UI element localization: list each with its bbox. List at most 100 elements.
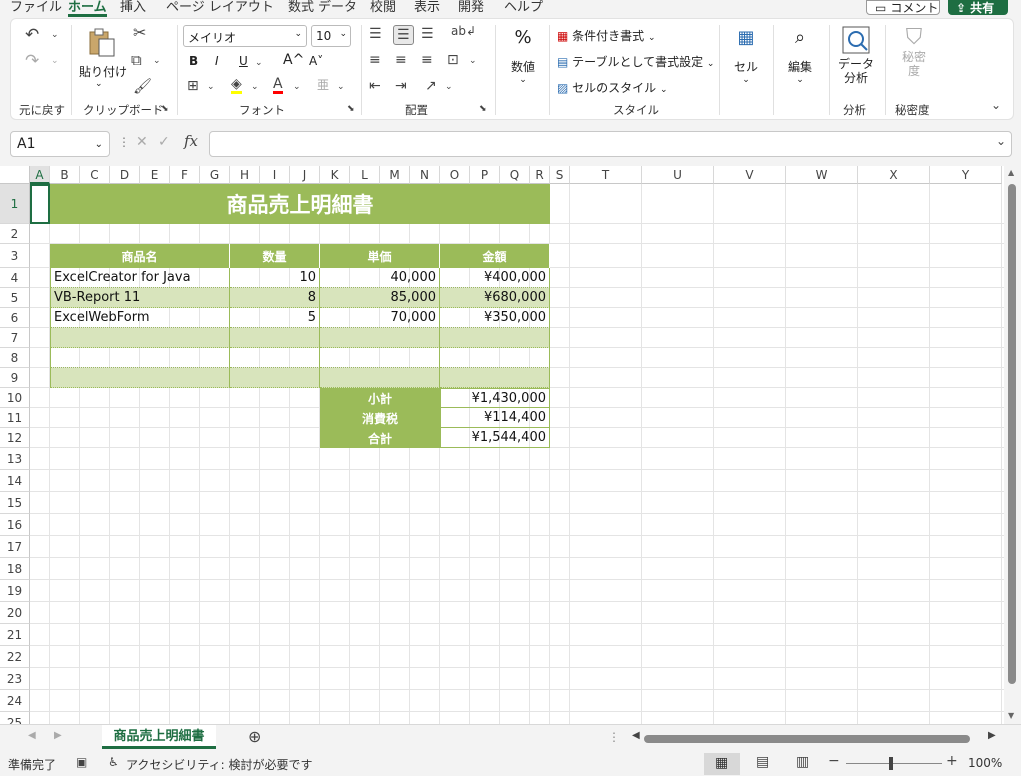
table-cell[interactable]: 85,000 [320,288,440,308]
row-header[interactable]: 21 [0,624,30,646]
column-header[interactable]: K [320,166,350,184]
horizontal-scrollbar[interactable] [644,735,970,743]
orientation-icon[interactable]: ↗ [425,79,437,93]
chevron-down-icon[interactable]: ⌄ [207,83,215,92]
align-center-icon[interactable]: ≡ [395,53,407,67]
vertical-scrollbar[interactable]: ▲ ▼ [1004,166,1021,724]
sheet-tab-active[interactable]: 商品売上明細書 [102,725,216,749]
tab-view[interactable]: 表示 [414,0,440,15]
dialog-launcher-icon[interactable]: ⬊ [161,105,169,114]
table-cell[interactable] [50,368,230,388]
table-cell[interactable] [440,368,550,388]
share-button[interactable]: ⇪ 共有 [948,0,1008,15]
table-cell[interactable] [440,328,550,348]
column-header[interactable]: J [290,166,320,184]
table-cell[interactable]: ¥350,000 [440,308,550,328]
conditional-format-button[interactable]: ▦ 条件付き書式 ⌄ [557,27,656,44]
table-cell[interactable]: ExcelWebForm [50,308,230,328]
tab-file[interactable]: ファイル [10,0,62,15]
tab-insert[interactable]: 挿入 [120,0,146,15]
row-header[interactable]: 13 [0,448,30,470]
table-cell[interactable] [320,328,440,348]
select-all-corner[interactable] [0,166,30,184]
scroll-up-icon[interactable]: ▲ [1008,168,1014,177]
copy-icon[interactable]: ⧉ [131,53,142,68]
row-header[interactable]: 4 [0,268,30,288]
shrink-font-button[interactable]: A˅ [309,55,323,67]
zoom-out-icon[interactable]: − [828,754,840,768]
column-header[interactable]: W [786,166,858,184]
row-header[interactable]: 24 [0,690,30,712]
table-header-cell[interactable]: 単価 [320,244,440,268]
zoom-level[interactable]: 100% [968,756,1002,770]
table-cell[interactable]: 10 [230,268,320,288]
row-header[interactable]: 19 [0,580,30,602]
total-value[interactable]: ¥1,430,000 [440,388,550,408]
column-header[interactable]: L [350,166,380,184]
sensitivity-button[interactable]: ⛉ 秘密度 [895,25,933,97]
row-header[interactable]: 23 [0,668,30,690]
column-header[interactable]: H [230,166,260,184]
table-cell[interactable] [50,328,230,348]
row-header[interactable]: 16 [0,514,30,536]
comment-button[interactable]: ▭ コメント [866,0,940,15]
column-header[interactable]: U [642,166,714,184]
chevron-down-icon[interactable]: ⌄ [469,57,477,66]
redo-icon[interactable]: ↷ [25,53,39,70]
chevron-down-icon[interactable]: ⌄ [337,83,345,92]
align-right-icon[interactable]: ≡ [421,53,433,67]
chevron-down-icon[interactable]: ⌄ [51,31,59,40]
table-cell[interactable] [320,348,440,368]
phonetic-icon[interactable]: 亜 [317,79,329,91]
name-box[interactable]: A1 ⌄ [10,131,110,157]
row-header[interactable]: 11 [0,408,30,428]
accessibility-status[interactable]: アクセシビリティ: 検討が必要です [126,756,313,773]
bold-button[interactable]: B [189,55,198,67]
zoom-slider-thumb[interactable] [889,757,893,770]
table-cell[interactable]: ExcelCreator for Java [50,268,230,288]
font-name-select[interactable]: メイリオ ⌄ [183,25,307,47]
table-cell[interactable] [50,348,230,368]
grow-font-button[interactable]: A^ [283,53,304,67]
row-header[interactable]: 1 [0,184,30,224]
scroll-left-icon[interactable]: ◀ [632,731,640,741]
row-header[interactable]: 15 [0,492,30,514]
column-header[interactable]: M [380,166,410,184]
column-header[interactable]: T [570,166,642,184]
chevron-down-icon[interactable]: ⌄ [251,83,259,92]
column-header[interactable]: I [260,166,290,184]
expand-formula-icon[interactable]: ⌄ [996,135,1006,147]
format-painter-icon[interactable]: 🖌 [133,79,152,94]
row-header[interactable]: 5 [0,288,30,308]
align-top-icon[interactable]: ☰ [369,27,382,41]
scroll-down-icon[interactable]: ▼ [1008,711,1014,720]
table-header-cell[interactable]: 数量 [230,244,320,268]
undo-icon[interactable]: ↶ [25,27,39,44]
row-header[interactable]: 12 [0,428,30,448]
tab-home[interactable]: ホーム [68,0,107,17]
add-sheet-icon[interactable]: ⊕ [248,729,261,745]
row-header[interactable]: 25 [0,712,30,724]
align-bottom-icon[interactable]: ☰ [421,27,434,41]
page-break-view-icon[interactable]: ▥ [796,755,809,769]
chevron-down-icon[interactable]: ⌄ [293,83,301,92]
prev-sheet-icon[interactable]: ◀ [28,731,36,741]
underline-button[interactable]: U [239,55,248,67]
increase-indent-icon[interactable]: ⇥ [395,79,407,93]
merge-center-icon[interactable]: ⊡ [447,53,459,67]
chevron-down-icon[interactable]: ⌄ [51,57,59,66]
format-as-table-button[interactable]: ▤ テーブルとして書式設定 ⌄ [557,53,714,70]
page-layout-view-icon[interactable]: ▤ [756,755,769,769]
table-cell[interactable]: 70,000 [320,308,440,328]
wrap-text-icon[interactable]: ab↲ [451,25,476,37]
tab-help[interactable]: ヘルプ [504,0,543,15]
table-cell[interactable]: 5 [230,308,320,328]
total-label[interactable]: 小計 [320,388,440,408]
collapse-ribbon-icon[interactable]: ⌄ [991,99,1001,111]
row-header[interactable]: 2 [0,224,30,244]
column-header[interactable]: V [714,166,786,184]
column-header[interactable]: S [550,166,570,184]
font-color-icon[interactable]: A [273,77,283,94]
align-middle-icon[interactable]: ☰ [393,25,414,45]
cut-icon[interactable]: ✂ [133,25,146,41]
